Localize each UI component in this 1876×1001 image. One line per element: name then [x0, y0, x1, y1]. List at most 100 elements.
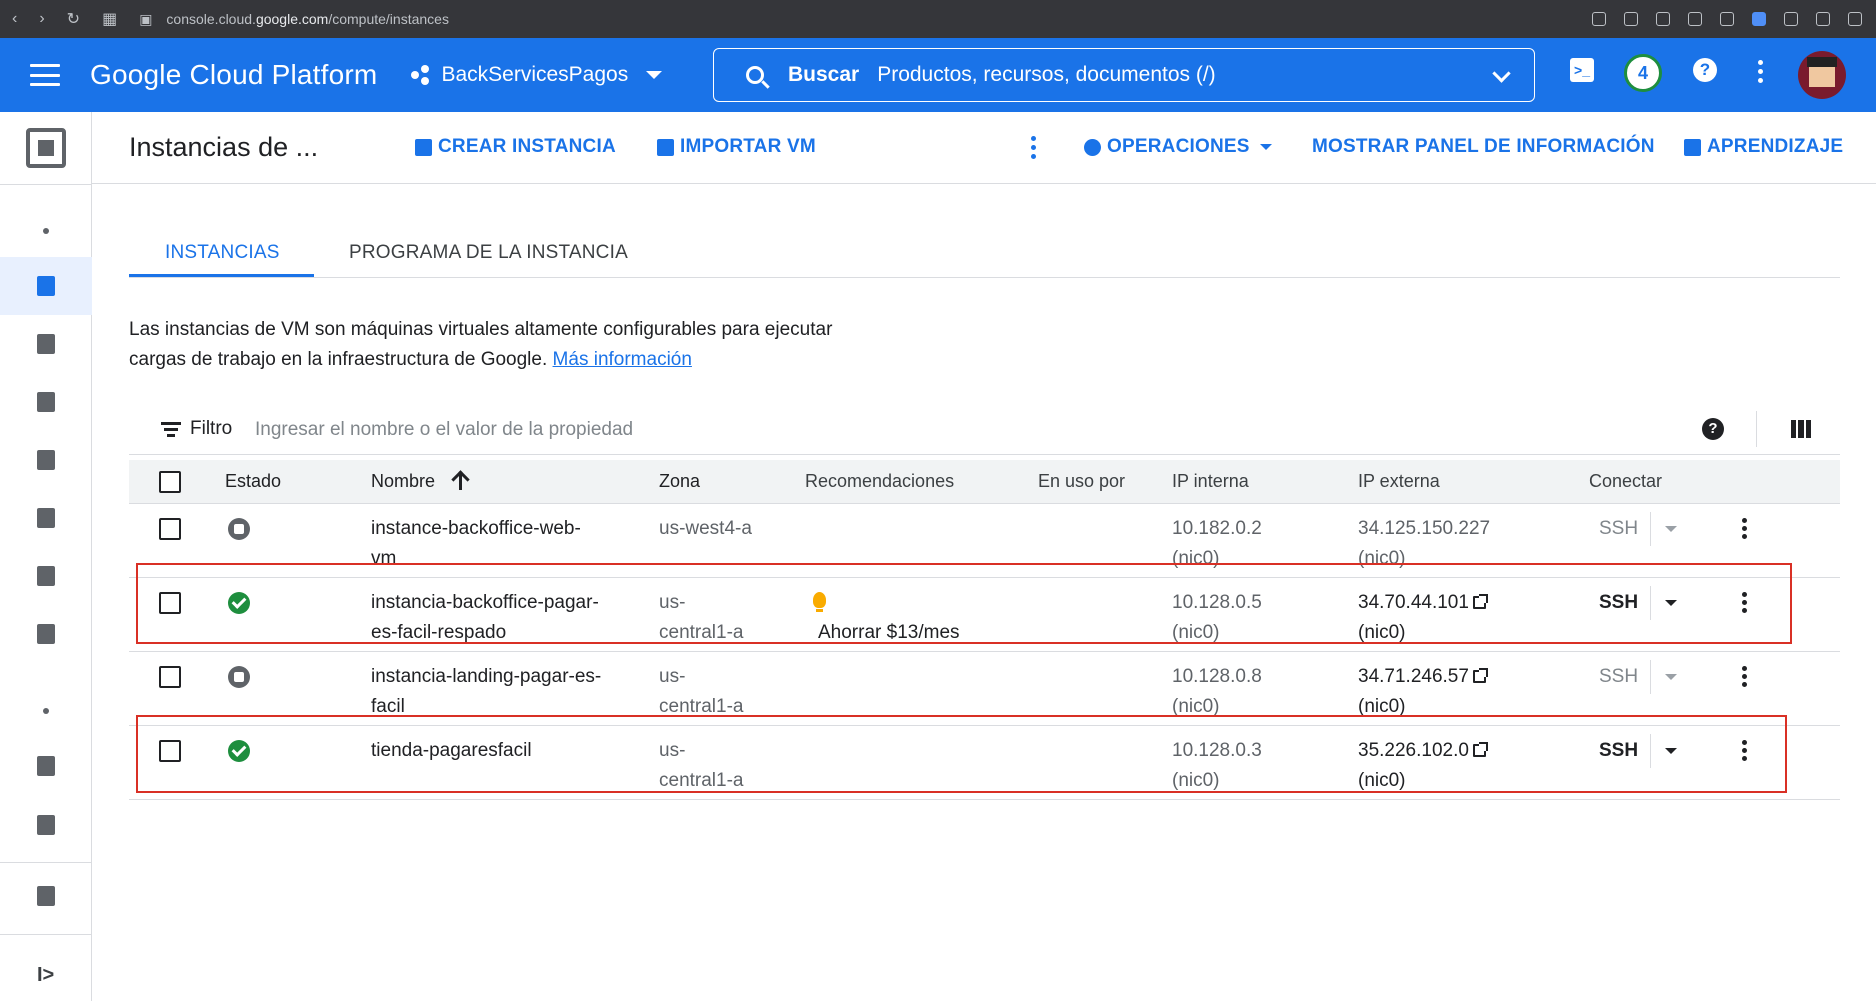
row-more-icon[interactable] — [1742, 666, 1747, 690]
box-icon[interactable] — [1784, 12, 1798, 26]
project-dots-icon — [411, 65, 431, 85]
address-bar[interactable]: ▣ console.cloud.google.com/compute/insta… — [139, 11, 449, 28]
sidebar-item-vm-instances[interactable] — [0, 257, 92, 315]
sidebar-item-search[interactable] — [0, 605, 92, 663]
edit-icon[interactable] — [1624, 12, 1638, 26]
heart-icon[interactable] — [1720, 12, 1734, 26]
node-icon — [37, 392, 55, 412]
ssh-dropdown-icon[interactable] — [1665, 526, 1677, 532]
search-expand-icon[interactable] — [1492, 64, 1511, 83]
learning-button[interactable]: APRENDIZAJE — [1684, 136, 1843, 158]
sidebar-item-instance-templates[interactable] — [0, 315, 92, 373]
instance-name[interactable]: instancia-landing-pagar-es-facil — [371, 662, 601, 722]
learn-more-link[interactable]: Más información — [553, 349, 692, 370]
disk-icon — [37, 756, 55, 776]
sidebar-item-sole-tenant[interactable] — [0, 373, 92, 431]
search-bar[interactable]: Buscar Productos, recursos, documentos (… — [713, 48, 1535, 102]
ssh-button[interactable]: SSH — [1599, 514, 1638, 544]
tpu-icon — [37, 508, 55, 528]
ssh-button[interactable]: SSH — [1599, 662, 1638, 692]
avatar[interactable] — [1798, 51, 1846, 99]
ssh-dropdown-icon[interactable] — [1665, 674, 1677, 680]
sidebar-dot-icon — [43, 708, 49, 714]
project-caret-icon — [646, 71, 663, 79]
highlight-box — [136, 715, 1787, 793]
show-info-panel-button[interactable]: MOSTRAR PANEL DE INFORMACIÓN — [1312, 136, 1655, 158]
ssh-divider — [1650, 660, 1651, 694]
sidebar-item-committed-use[interactable] — [0, 547, 92, 605]
header-connect: Conectar — [1589, 471, 1663, 491]
sidebar-item-marketplace[interactable] — [0, 796, 92, 854]
row-checkbox[interactable] — [159, 518, 181, 540]
help-icon[interactable]: ? — [1693, 58, 1717, 82]
sidebar-item-disks[interactable] — [0, 737, 92, 795]
open-in-new-icon[interactable] — [1472, 668, 1488, 683]
sidebar-item-tpus[interactable] — [0, 489, 92, 547]
external-ip[interactable]: 34.71.246.57 (nic0) — [1358, 662, 1488, 722]
active-tab-indicator — [129, 274, 314, 277]
template-icon — [37, 334, 55, 354]
operations-button[interactable]: OPERACIONES — [1084, 136, 1272, 158]
row-checkbox[interactable] — [159, 666, 181, 688]
browser-toolbar: ‹ › ↻ ▦ ▣ console.cloud.google.com/compu… — [0, 0, 1876, 38]
page-title: Instancias de ... — [129, 132, 319, 162]
url-text: console.cloud.google.com/compute/instanc… — [166, 11, 449, 27]
reload-icon[interactable]: ↻ — [67, 9, 80, 29]
header-zone[interactable]: Zona — [659, 471, 700, 492]
header-status[interactable]: Estado — [225, 471, 281, 492]
project-name: BackServicesPagos — [441, 63, 629, 86]
product-brand[interactable]: Google Cloud Platform — [90, 59, 377, 91]
filter-input[interactable]: Ingresar el nombre o el valor de la prop… — [255, 419, 633, 441]
column-display-icon[interactable] — [1791, 420, 1811, 438]
download-icon — [657, 138, 674, 156]
top-header: Google Cloud Platform BackServicesPagos … — [0, 38, 1876, 112]
internal-ip: 10.128.0.8 (nic0) — [1172, 666, 1262, 717]
translate-icon[interactable] — [1752, 12, 1766, 26]
more-vert-icon[interactable] — [1758, 60, 1764, 87]
header-in-use-by[interactable]: En uso por — [1038, 471, 1125, 492]
sidebar-item-machine-images[interactable] — [0, 431, 92, 489]
stopped-status-icon — [228, 518, 250, 540]
toolbar-more-icon[interactable] — [1031, 136, 1036, 163]
school-icon — [1684, 138, 1701, 156]
camera-icon[interactable] — [1656, 12, 1670, 26]
search-icon — [746, 66, 764, 84]
compute-engine-icon[interactable] — [26, 128, 66, 168]
help-icon[interactable]: ? — [1702, 418, 1724, 440]
header-internal-ip[interactable]: IP interna — [1172, 471, 1249, 492]
send-icon[interactable] — [1688, 12, 1702, 26]
forward-icon[interactable]: › — [39, 10, 44, 28]
import-vm-button[interactable]: IMPORTAR VM — [657, 136, 816, 158]
filter-bar: Filtro Ingresar el nombre o el valor de … — [129, 403, 1840, 455]
tab-bar: INSTANCIAS PROGRAMA DE LA INSTANCIA — [129, 228, 1840, 278]
lock-icon: ▣ — [139, 10, 153, 27]
sidebar-item-release-notes[interactable] — [0, 867, 92, 925]
notifications-badge[interactable]: 4 — [1624, 54, 1662, 92]
filter-icon — [161, 422, 181, 437]
stopped-status-icon — [228, 666, 250, 688]
operations-caret-icon — [1259, 144, 1272, 150]
zoom-icon[interactable] — [1592, 12, 1606, 26]
sort-arrow-up-icon[interactable] — [451, 469, 471, 491]
download-icon[interactable] — [1816, 12, 1830, 26]
settings-icon[interactable] — [1848, 12, 1862, 26]
search-label: Buscar — [788, 63, 860, 86]
percent-icon — [37, 566, 55, 586]
back-icon[interactable]: ‹ — [12, 10, 17, 28]
project-selector[interactable]: BackServicesPagos — [411, 63, 663, 87]
instance-zone: us-central1-a — [659, 666, 744, 717]
filter-divider — [1756, 411, 1757, 447]
header-recommendations[interactable]: Recomendaciones — [805, 471, 954, 492]
select-all-checkbox[interactable] — [159, 471, 181, 493]
instance-zone: us-west4-a — [659, 518, 752, 539]
expand-sidebar-icon[interactable]: I> — [37, 964, 54, 987]
header-external-ip[interactable]: IP externa — [1358, 471, 1440, 492]
tab-instances[interactable]: INSTANCIAS — [165, 242, 280, 264]
tabs-grid-icon[interactable]: ▦ — [102, 9, 117, 29]
create-instance-button[interactable]: CREAR INSTANCIA — [415, 136, 616, 158]
hamburger-menu-icon[interactable] — [30, 64, 60, 86]
row-more-icon[interactable] — [1742, 518, 1747, 542]
cloud-shell-icon[interactable]: >_ — [1570, 58, 1594, 82]
header-name[interactable]: Nombre — [371, 471, 435, 492]
tab-instance-schedule[interactable]: PROGRAMA DE LA INSTANCIA — [349, 242, 628, 264]
